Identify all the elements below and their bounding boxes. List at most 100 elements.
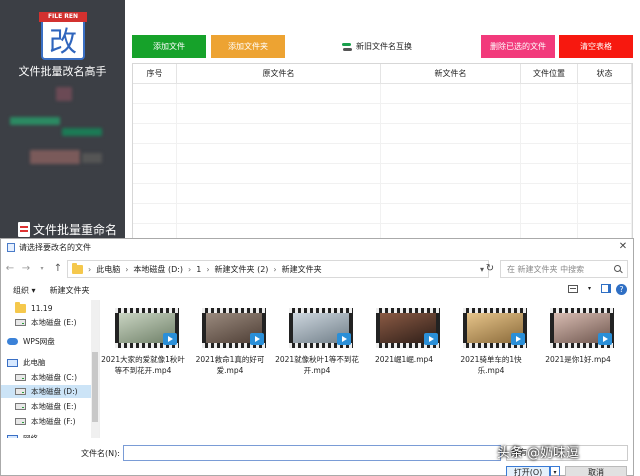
address-bar[interactable]: › 此电脑 › 本地磁盘 (D:) › 1 › 新建文件夹 (2) › 新建文件…: [67, 260, 489, 278]
batch-rename-label: 文件批量重命名: [33, 222, 118, 237]
column-header-index[interactable]: 序号: [133, 64, 177, 84]
breadcrumb-item[interactable]: 新建文件夹: [282, 264, 322, 275]
app-sidebar: FILE REN 改 文件批量改名高手 文件批量重命名: [0, 0, 125, 240]
file-name: 2021崛1崛.mp4: [374, 355, 434, 364]
file-item[interactable]: 2021是你1好.mp4: [536, 305, 620, 387]
empty-table-row: [133, 184, 632, 204]
file-item[interactable]: 2021崛1崛.mp4: [362, 305, 446, 387]
empty-table-row: [133, 204, 632, 224]
remove-selected-button[interactable]: 删除已选的文件: [481, 35, 555, 58]
filename-input[interactable]: [123, 445, 501, 461]
recent-dropdown-icon[interactable]: ▾: [35, 262, 49, 276]
nav-item[interactable]: 网络: [7, 432, 38, 438]
column-header-location[interactable]: 文件位置: [521, 64, 578, 84]
clear-table-button[interactable]: 清空表格: [559, 35, 633, 58]
help-icon[interactable]: ?: [616, 284, 627, 295]
search-icon: [614, 264, 623, 274]
cancel-button[interactable]: 取消: [565, 466, 627, 476]
folder-icon: [15, 302, 26, 313]
file-item[interactable]: 2021救命1真的好可爱.mp4: [188, 305, 272, 387]
logo-banner: FILE REN: [39, 12, 87, 22]
nav-item[interactable]: 本地磁盘 (E:): [15, 400, 77, 413]
app-main: 添加文件 添加文件夹 新旧文件名互换 删除已选的文件 清空表格 序号 原文件名 …: [125, 0, 640, 244]
file-name: 2021是你1好.mp4: [545, 355, 611, 364]
video-player-icon: [424, 333, 438, 345]
column-header-status[interactable]: 状态: [578, 64, 632, 84]
file-table[interactable]: 序号 原文件名 新文件名 文件位置 状态: [132, 63, 633, 244]
refresh-icon[interactable]: ↻: [483, 262, 497, 276]
drive-icon: [15, 374, 26, 381]
video-player-icon: [250, 333, 264, 345]
nav-scrollbar[interactable]: [91, 300, 99, 438]
nav-item[interactable]: 本地磁盘 (C:): [15, 371, 77, 384]
redacted-block: [10, 117, 60, 125]
app-name: 文件批量改名高手: [18, 65, 107, 78]
empty-table-row: [133, 164, 632, 184]
swap-names-label: 新旧文件名互换: [356, 42, 412, 51]
back-arrow-icon[interactable]: ←: [3, 262, 17, 276]
video-player-icon: [511, 333, 525, 345]
redacted-block: [30, 150, 80, 164]
file-name: 2021骑单车的1快乐.mp4: [460, 355, 522, 375]
up-arrow-icon[interactable]: ↑: [51, 262, 65, 276]
document-icon: [18, 221, 30, 237]
breadcrumb-item[interactable]: 1: [196, 265, 201, 274]
organize-menu[interactable]: 组织 ▾: [13, 285, 36, 296]
scrollbar-thumb[interactable]: [92, 352, 98, 422]
close-icon[interactable]: ✕: [617, 241, 629, 253]
empty-table-row: [133, 84, 632, 104]
navigation-pane[interactable]: 11.19 本地磁盘 (E:) WPS网盘 此电脑 本地磁盘 (C:) 本地磁盘…: [1, 300, 100, 438]
file-name: 2021大家的爱就像1秋叶等不到花开.mp4: [101, 355, 185, 375]
video-player-icon: [163, 333, 177, 345]
search-input[interactable]: 在 新建文件夹 中搜索: [500, 260, 628, 278]
dialog-toolbar: 组织 ▾ 新建文件夹 ▾ ?: [1, 282, 633, 299]
nav-item[interactable]: WPS网盘: [7, 335, 55, 348]
swap-names-button[interactable]: 新旧文件名互换: [339, 35, 415, 58]
nav-item[interactable]: 11.19: [15, 302, 52, 315]
open-button[interactable]: 打开(O): [506, 466, 550, 476]
file-item[interactable]: 2021就像秋叶1等不到花开.mp4: [275, 305, 359, 387]
new-folder-button[interactable]: 新建文件夹: [50, 285, 90, 296]
video-player-icon: [337, 333, 351, 345]
empty-table-row: [133, 124, 632, 144]
dialog-titlebar[interactable]: 请选择要改名的文件: [1, 239, 633, 256]
drive-icon: [15, 319, 26, 326]
dialog-app-icon: [7, 243, 15, 252]
empty-table-row: [133, 104, 632, 124]
add-file-button[interactable]: 添加文件: [132, 35, 206, 58]
breadcrumb-item[interactable]: 新建文件夹 (2): [215, 264, 269, 275]
logo-character: 改: [48, 25, 77, 58]
column-header-original-name[interactable]: 原文件名: [177, 64, 381, 84]
view-controls: ▾: [567, 284, 611, 293]
search-placeholder: 在 新建文件夹 中搜索: [507, 264, 585, 274]
file-item[interactable]: 2021骑单车的1快乐.mp4: [449, 305, 533, 387]
app-logo: FILE REN 改: [39, 12, 87, 60]
nav-item[interactable]: 本地磁盘 (E:): [15, 316, 77, 329]
nav-item[interactable]: 此电脑: [7, 356, 46, 369]
file-name: 2021救命1真的好可爱.mp4: [195, 355, 265, 375]
view-mode-icon[interactable]: [567, 284, 578, 293]
breadcrumb-item[interactable]: 本地磁盘 (D:): [133, 264, 183, 275]
nav-item[interactable]: 本地磁盘 (F:): [15, 415, 76, 428]
pc-icon: [7, 358, 18, 367]
forward-arrow-icon[interactable]: →: [19, 262, 33, 276]
empty-table-row: [133, 144, 632, 164]
redacted-block: [56, 87, 72, 101]
preview-pane-icon[interactable]: [601, 284, 611, 293]
batch-rename-link[interactable]: 文件批量重命名: [18, 220, 125, 238]
open-options-dropdown[interactable]: ▾: [550, 466, 560, 476]
open-file-dialog: 请选择要改名的文件 ✕ ← → ▾ ↑ › 此电脑 › 本地磁盘 (D:) › …: [0, 238, 634, 476]
column-header-new-name[interactable]: 新文件名: [381, 64, 521, 84]
filename-label: 文件名(N):: [81, 449, 120, 458]
file-name: 2021就像秋叶1等不到花开.mp4: [275, 355, 359, 375]
watermark: 头条 @奶味逗: [497, 446, 580, 461]
breadcrumb-item[interactable]: 此电脑: [96, 264, 120, 275]
drive-icon: [15, 388, 26, 395]
redacted-block: [82, 153, 102, 163]
view-dropdown-icon[interactable]: ▾: [588, 285, 591, 292]
table-header: 序号 原文件名 新文件名 文件位置 状态: [133, 64, 632, 84]
file-view[interactable]: 2021大家的爱就像1秋叶等不到花开.mp4 2021救命1真的好可爱.mp4 …: [100, 300, 633, 438]
file-item[interactable]: 2021大家的爱就像1秋叶等不到花开.mp4: [101, 305, 185, 387]
nav-item-selected[interactable]: 本地磁盘 (D:): [1, 385, 91, 398]
add-folder-button[interactable]: 添加文件夹: [211, 35, 285, 58]
